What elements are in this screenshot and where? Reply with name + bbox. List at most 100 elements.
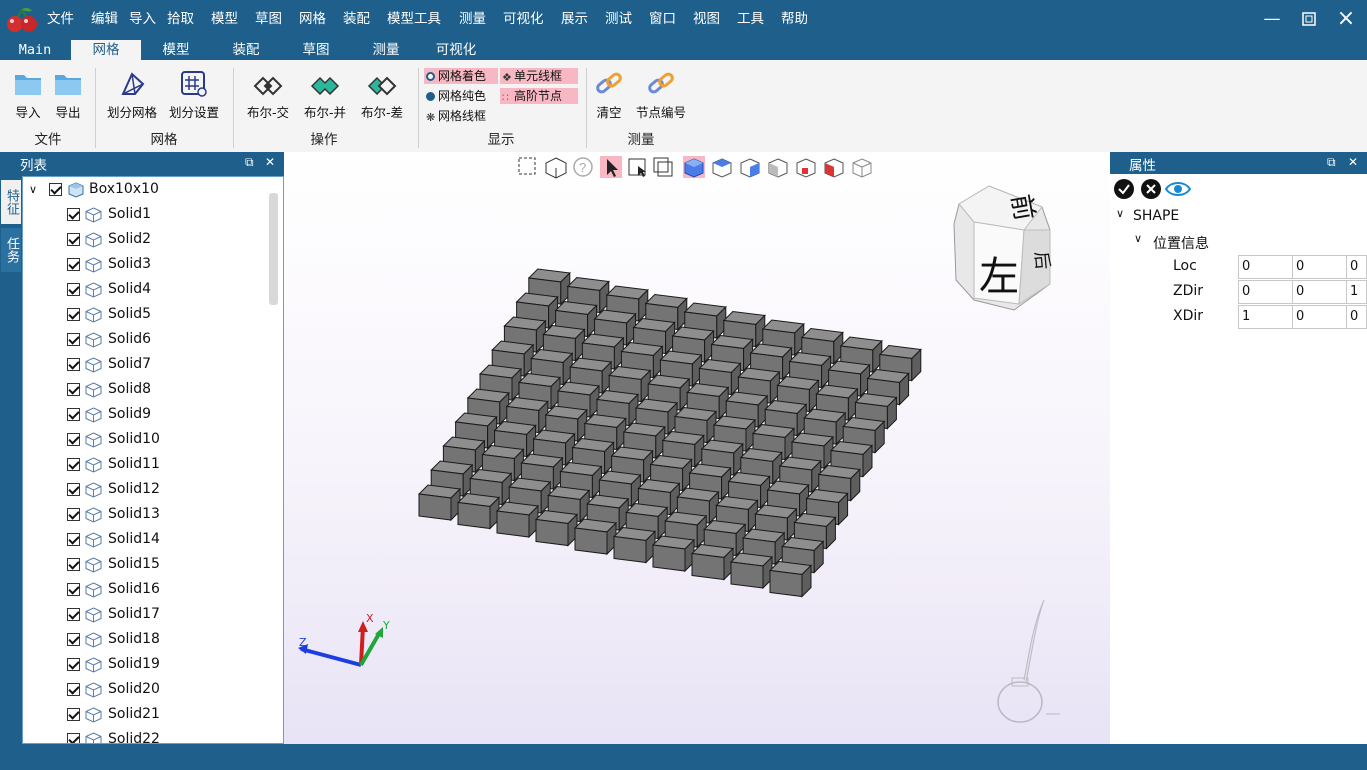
tree-item[interactable]: Solid5 — [27, 302, 263, 327]
menu-import[interactable]: 导入 — [129, 7, 156, 27]
side-view-icon[interactable] — [768, 158, 788, 178]
tab-tasks[interactable]: 任务 — [1, 228, 21, 272]
import-button[interactable]: 导入 — [11, 70, 45, 121]
solid-cube[interactable] — [768, 560, 813, 598]
menu-test[interactable]: 测试 — [605, 7, 632, 27]
item-checkbox[interactable] — [67, 358, 80, 371]
loc-x-field[interactable]: 0 — [1238, 255, 1293, 279]
boolean-diff-button[interactable]: 布尔-差 — [356, 70, 408, 121]
node-number-button[interactable]: 节点编号 — [633, 70, 689, 121]
item-checkbox[interactable] — [67, 383, 80, 396]
menu-window[interactable]: 窗口 — [649, 7, 676, 27]
section-view-icon[interactable] — [824, 158, 844, 178]
item-checkbox[interactable] — [67, 658, 80, 671]
explode-view-icon[interactable] — [796, 158, 816, 178]
solid-cube[interactable] — [534, 509, 579, 547]
zdir-y-field[interactable]: 0 — [1292, 280, 1347, 304]
close-icon[interactable]: × — [1329, 6, 1363, 32]
tree-item[interactable]: Solid17 — [27, 602, 263, 627]
tree-item[interactable]: Solid8 — [27, 377, 263, 402]
tree-item[interactable]: Solid21 — [27, 702, 263, 727]
fit-all-icon[interactable] — [518, 157, 536, 175]
tab-features[interactable]: 特征 — [1, 180, 21, 224]
chevron-down-icon[interactable]: ∨ — [1134, 232, 1142, 245]
panel-close-icon[interactable]: ✕ — [1348, 155, 1358, 169]
position-info-node[interactable]: 位置信息 — [1153, 233, 1209, 253]
mesh-settings-button[interactable]: 划分设置 — [166, 70, 222, 121]
menu-tools[interactable]: 工具 — [737, 7, 764, 27]
tab-visualize[interactable]: 可视化 — [426, 40, 486, 60]
high-order-option[interactable]: ∷ 高阶节点 — [500, 88, 578, 104]
help-icon[interactable]: ? — [573, 157, 593, 177]
item-checkbox[interactable] — [67, 258, 80, 271]
zdir-z-field[interactable]: 1 — [1346, 280, 1367, 304]
region-select-icon[interactable] — [653, 157, 673, 177]
chevron-down-icon[interactable]: ∨ — [29, 177, 37, 202]
tree-item[interactable]: Solid13 — [27, 502, 263, 527]
tree-item[interactable]: Solid11 — [27, 452, 263, 477]
item-checkbox[interactable] — [67, 733, 80, 743]
item-checkbox[interactable] — [67, 708, 80, 721]
solid-cube[interactable] — [729, 552, 774, 590]
confirm-icon[interactable] — [1114, 179, 1134, 199]
menu-pick[interactable]: 拾取 — [167, 7, 194, 27]
menu-assembly[interactable]: 装配 — [343, 7, 370, 27]
shaded-cube-icon[interactable] — [684, 158, 704, 178]
item-checkbox[interactable] — [67, 533, 80, 546]
mesh-wire-option[interactable]: ❋ 网格线框 — [424, 108, 498, 124]
menu-edit[interactable]: 编辑 — [91, 7, 118, 27]
tree-item[interactable]: Solid2 — [27, 227, 263, 252]
xdir-y-field[interactable]: 0 — [1292, 305, 1347, 329]
chevron-down-icon[interactable]: ∨ — [1116, 207, 1124, 220]
tree-item[interactable]: Solid15 — [27, 552, 263, 577]
shape-node[interactable]: SHAPE — [1133, 208, 1179, 224]
tree-item[interactable]: Solid6 — [27, 327, 263, 352]
tab-main[interactable]: Main — [4, 40, 66, 60]
item-checkbox[interactable] — [67, 558, 80, 571]
item-checkbox[interactable] — [67, 333, 80, 346]
menu-sketch[interactable]: 草图 — [255, 7, 282, 27]
loc-z-field[interactable]: 0 — [1346, 255, 1367, 279]
item-checkbox[interactable] — [67, 283, 80, 296]
tree-item[interactable]: Solid14 — [27, 527, 263, 552]
iso-view-icon[interactable] — [545, 157, 567, 179]
item-checkbox[interactable] — [67, 508, 80, 521]
item-checkbox[interactable] — [67, 683, 80, 696]
mesh-solid-option[interactable]: 网格纯色 — [424, 88, 498, 104]
xdir-x-field[interactable]: 1 — [1238, 305, 1293, 329]
partition-mesh-button[interactable]: 划分网格 — [104, 70, 160, 121]
tree-root[interactable]: ∨ Box10x10 — [27, 177, 267, 202]
xdir-z-field[interactable]: 0 — [1346, 305, 1367, 329]
export-button[interactable]: 导出 — [51, 70, 85, 121]
tree-item[interactable]: Solid22 — [27, 727, 263, 743]
box10x10-model[interactable] — [417, 268, 922, 598]
item-checkbox[interactable] — [67, 583, 80, 596]
tab-measure[interactable]: 测量 — [356, 40, 416, 60]
tree-item[interactable]: Solid10 — [27, 427, 263, 452]
tree-item[interactable]: Solid4 — [27, 277, 263, 302]
item-checkbox[interactable] — [67, 308, 80, 321]
solid-cube[interactable] — [651, 535, 696, 573]
item-checkbox[interactable] — [67, 483, 80, 496]
boolean-union-button[interactable]: 布尔-并 — [299, 70, 351, 121]
float-icon[interactable]: ⧉ — [245, 155, 254, 170]
solid-cube[interactable] — [495, 501, 540, 539]
solid-cube[interactable] — [612, 526, 657, 564]
view-cube[interactable]: 左 前 后 — [953, 185, 1053, 311]
tree-item[interactable]: Solid12 — [27, 477, 263, 502]
menu-model-tools[interactable]: 模型工具 — [387, 7, 441, 27]
solid-cube[interactable] — [417, 484, 462, 522]
tree-item[interactable]: Solid7 — [27, 352, 263, 377]
menu-mesh[interactable]: 网格 — [299, 7, 326, 27]
tree-item[interactable]: Solid18 — [27, 627, 263, 652]
menu-help[interactable]: 帮助 — [781, 7, 808, 27]
minimize-icon[interactable]: — — [1255, 6, 1289, 32]
front-view-icon[interactable] — [712, 158, 732, 178]
unit-wire-option[interactable]: ❖ 单元线框 — [500, 68, 578, 84]
item-checkbox[interactable] — [67, 233, 80, 246]
menu-view[interactable]: 视图 — [693, 7, 720, 27]
menu-measure[interactable]: 测量 — [459, 7, 486, 27]
item-checkbox[interactable] — [67, 633, 80, 646]
menu-file[interactable]: 文件 — [47, 7, 74, 27]
maximize-icon[interactable] — [1292, 6, 1326, 32]
